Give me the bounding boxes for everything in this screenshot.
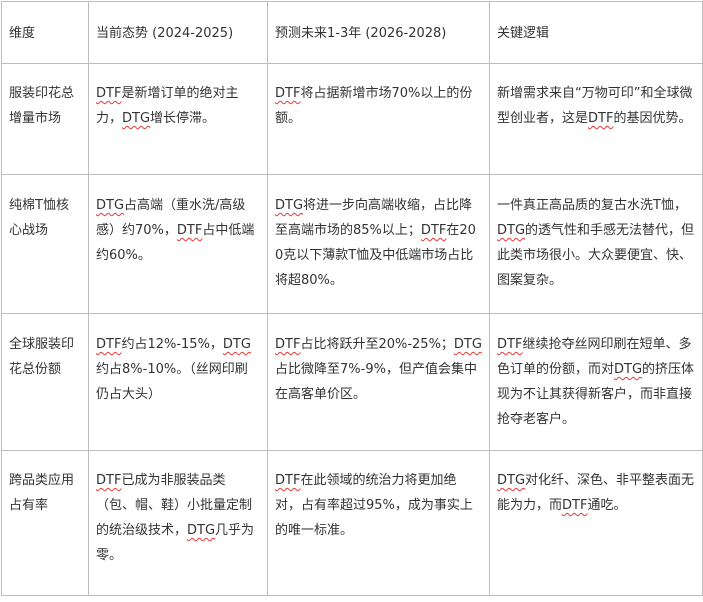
misspelled-term: DTG (614, 362, 643, 377)
cell-text: 通吃。 (587, 498, 627, 513)
misspelled-term: DTG (222, 337, 251, 352)
cell-text: 的基因优势。 (613, 111, 692, 126)
misspelled-term: DTF (497, 337, 523, 352)
misspelled-term: DTG (96, 198, 125, 213)
misspelled-term: DTF (275, 86, 301, 101)
logic-cell: DTG对化纤、深色、非平整表面无能为力，而DTF通吃。 (489, 450, 703, 596)
logic-cell: 一件真正高品质的复古水洗T恤， DTG的透气性和手感无法替代，但此类市场很小。大众… (489, 174, 703, 314)
misspelled-term: DTG (187, 523, 216, 538)
misspelled-term: DTF (176, 223, 203, 238)
misspelled-term: DTF (275, 337, 301, 352)
header-cell-logic: 关键逻辑 (489, 1, 703, 64)
cell-text: 将占据新增市场70%以上的份额。 (275, 86, 473, 126)
table-row: 纯棉T恤核心战场 DTG占高端（重水洗/高级感）约70%，DTF占中低端约60%… (1, 174, 703, 314)
forecast-cell: DTF占比将跃升至20%-25%；DTG 占比微降至7%-9%，但产值会集中在高客… (267, 313, 490, 451)
cell-text: 约占12%-15%， (121, 337, 223, 352)
misspelled-term: DTG (453, 337, 482, 352)
misspelled-term: DTF (275, 473, 301, 488)
current-cell: DTF约占12%-15%，DTG 约占8%-10%。（丝网印刷仍占大头） (88, 313, 268, 451)
cell-text: 占比将跃升至20%-25%； (300, 337, 454, 352)
table-row: 全球服装印花总份额 DTF约占12%-15%，DTG约占8%-10%。（丝网印刷… (1, 313, 703, 451)
misspelled-term: DTG (275, 198, 304, 213)
table-row: 跨品类应用占有率 DTF已成为非服装品类（包、帽、鞋）小批量定制的统治级技术，D… (1, 450, 703, 596)
misspelled-term: DTF (588, 111, 614, 126)
cell-text: 一件真正高品质的复古水洗T恤， (497, 198, 687, 213)
header-cell-dimension: 维度 (1, 1, 89, 64)
forecast-cell: DTF将占据新增市场70%以上的份额。 (267, 63, 490, 175)
logic-cell: 新增需求来自“万物可印”和全球微型创业者，这是DTF的基因优势。 (489, 63, 703, 175)
misspelled-term: DTF (96, 86, 122, 101)
misspelled-term: DTG (122, 111, 151, 126)
header-cell-current: 当前态势 (2024-2025) (88, 1, 268, 64)
dimension-cell: 全球服装印花总份额 (1, 313, 89, 451)
misspelled-term: DTF (96, 473, 122, 488)
logic-cell: DTF继续抢夺丝网印刷在短单、多色订单的份额，而对DTG的挤压体现为不让其获得新… (489, 313, 703, 451)
comparison-table: 维度 当前态势 (2024-2025) 预测未来1-3年 (2026-2028)… (1, 1, 703, 596)
cell-text: 在此领域的统治力将更加绝对，占有率超过95%，成为事实上的唯一标准。 (275, 473, 473, 538)
cell-text: 约占8%-10%。（丝网印刷仍占大头） (96, 362, 248, 402)
current-cell: DTG占高端（重水洗/高级感）约70%，DTF占中低端约60%。 (88, 174, 268, 314)
dimension-cell: 服装印花总增量市场 (1, 63, 89, 175)
table-row: 服装印花总增量市场 DTF是新增订单的绝对主力，DTG增长停滞。 DTF将占据新… (1, 63, 703, 175)
misspelled-term: DTG (497, 223, 526, 238)
dimension-cell: 跨品类应用占有率 (1, 450, 89, 596)
dimension-cell: 纯棉T恤核心战场 (1, 174, 89, 314)
forecast-cell: DTF在此领域的统治力将更加绝对，占有率超过95%，成为事实上的唯一标准。 (267, 450, 490, 596)
current-cell: DTF已成为非服装品类（包、帽、鞋）小批量定制的统治级技术，DTG几乎为零。 (88, 450, 268, 596)
cell-text: 占比微降至7%-9%，但产值会集中在高客单价区。 (275, 362, 477, 402)
misspelled-term: DTG (497, 473, 526, 488)
current-cell: DTF是新增订单的绝对主力，DTG增长停滞。 (88, 63, 268, 175)
cell-text: 的透气性和手感无法替代，但此类市场很小。大众要便宜、快、图案复杂。 (497, 223, 695, 288)
misspelled-term: DTF (420, 223, 447, 238)
header-cell-forecast: 预测未来1-3年 (2026-2028) (267, 1, 490, 64)
forecast-cell: DTG将进一步向高端收缩，占比降至高端市场的85%以上；DTF在200克以下薄款… (267, 174, 490, 314)
misspelled-term: DTF (96, 337, 122, 352)
misspelled-term: DTF (562, 498, 588, 513)
cell-text: 增长停滞。 (150, 111, 216, 126)
header-row: 维度 当前态势 (2024-2025) 预测未来1-3年 (2026-2028)… (1, 1, 703, 64)
